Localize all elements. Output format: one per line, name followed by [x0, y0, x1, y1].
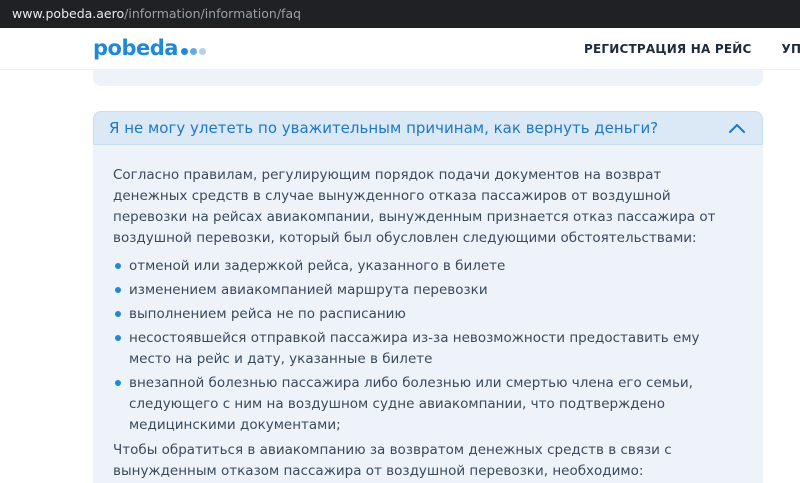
- faq-answer-panel: Согласно правилам, регулирующим порядок …: [93, 145, 763, 483]
- browser-url-bar[interactable]: www.pobeda.aero/information/information/…: [0, 0, 800, 28]
- nav-item-checkin[interactable]: РЕГИСТРАЦИЯ НА РЕЙС: [584, 42, 752, 56]
- answer-bullet-list: отменой или задержкой рейса, указанного …: [113, 256, 743, 436]
- bullet-text: отменой или задержкой рейса, указанного …: [129, 258, 506, 274]
- pobeda-logo[interactable]: pobeda: [93, 34, 206, 62]
- list-item: выполнением рейса не по расписанию: [113, 304, 725, 325]
- answer-intro: Согласно правилам, регулирующим порядок …: [113, 167, 716, 246]
- bullet-dot-icon: [115, 287, 121, 293]
- url-host: www.pobeda.aero: [12, 6, 125, 21]
- bullet-text: выполнением рейса не по расписанию: [129, 306, 406, 322]
- list-item: внезапной болезнью пассажира либо болезн…: [113, 373, 725, 436]
- logo-text: pobeda: [93, 36, 178, 60]
- previous-faq-item[interactable]: [93, 70, 763, 86]
- faq-question-text: Я не могу улететь по уважительным причин…: [109, 119, 659, 137]
- site-header: pobeda РЕГИСТРАЦИЯ НА РЕЙС УПРА: [0, 28, 800, 70]
- list-item: отменой или задержкой рейса, указанного …: [113, 256, 725, 277]
- answer-outro: Чтобы обратиться в авиакомпанию за возвр…: [113, 442, 672, 479]
- logo-dot-2: [189, 47, 197, 55]
- list-item: несостоявшейся отправкой пассажира из-за…: [113, 328, 725, 370]
- faq-question-header[interactable]: Я не могу улететь по уважительным причин…: [93, 111, 763, 145]
- bullet-text: изменением авиакомпанией маршрута перево…: [129, 282, 488, 298]
- bullet-dot-icon: [115, 263, 121, 269]
- url-path: /information/information/faq: [124, 6, 302, 21]
- bullet-text: внезапной болезнью пассажира либо болезн…: [129, 375, 693, 433]
- bullet-dot-icon: [115, 380, 121, 386]
- nav-item-manage[interactable]: УПРА: [782, 42, 800, 56]
- list-item: изменением авиакомпанией маршрута перево…: [113, 280, 725, 301]
- bullet-dot-icon: [115, 311, 121, 317]
- main-nav: РЕГИСТРАЦИЯ НА РЕЙС УПРА: [584, 42, 800, 56]
- logo-dot-3: [198, 47, 206, 55]
- logo-dots-icon: [180, 47, 206, 55]
- bullet-dot-icon: [115, 335, 121, 341]
- chevron-up-icon[interactable]: [728, 121, 746, 135]
- logo-dot-1: [180, 47, 188, 55]
- bullet-text: несостоявшейся отправкой пассажира из-за…: [129, 330, 700, 367]
